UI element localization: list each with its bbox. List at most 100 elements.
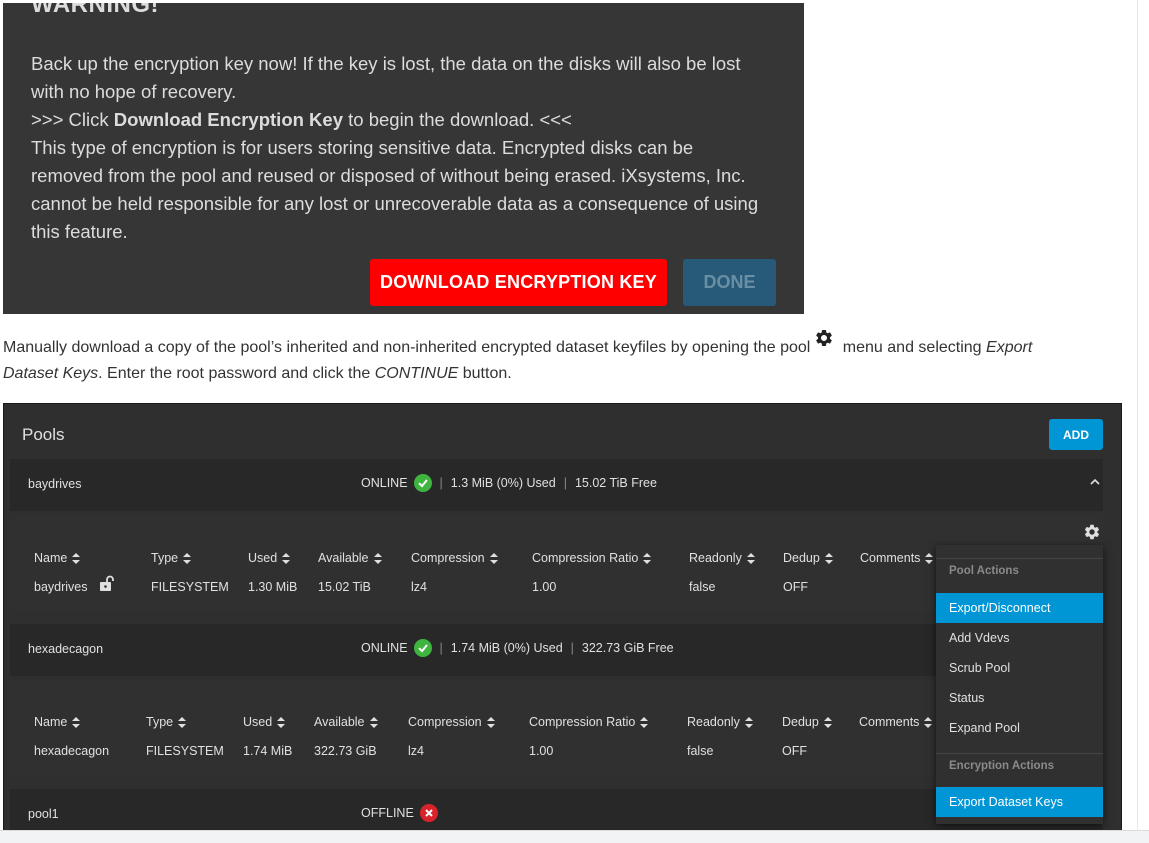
column-header-available[interactable]: Available (314, 715, 378, 729)
menu-item-expand-pool[interactable]: Expand Pool (936, 713, 1103, 743)
menu-item-add-vdevs[interactable]: Add Vdevs (936, 623, 1103, 653)
sort-icon (178, 716, 187, 728)
cell-used: 1.74 MiB (243, 744, 293, 758)
column-header-dedup[interactable]: Dedup (782, 715, 832, 729)
warning-line: This type of encryption is for users sto… (31, 137, 694, 158)
status-text: ONLINE (361, 641, 408, 655)
cell-used: 1.30 MiB (248, 580, 298, 594)
column-header-readonly[interactable]: Readonly (689, 551, 755, 565)
sort-icon (643, 552, 652, 564)
menu-divider (936, 558, 1103, 559)
paragraph-italic: CONTINUE (374, 365, 459, 382)
menu-item-export-disconnect[interactable]: Export/Disconnect (936, 593, 1103, 623)
menu-item-scrub-pool[interactable]: Scrub Pool (936, 653, 1103, 683)
check-icon (413, 639, 432, 657)
column-header-compression[interactable]: Compression (408, 715, 495, 729)
check-icon (413, 474, 432, 492)
column-label: Readonly (689, 551, 742, 565)
status-text: ONLINE (361, 476, 408, 490)
gear-icon[interactable] (1083, 523, 1101, 541)
paragraph-italic: Export (986, 339, 1033, 356)
column-label: Name (34, 551, 68, 565)
error-icon (419, 804, 438, 822)
paragraph-italic: Dataset Keys (3, 365, 99, 382)
cell-compression-ratio: 1.00 (532, 580, 557, 594)
column-header-name[interactable]: Name (34, 715, 81, 729)
cell-compression: lz4 (411, 580, 427, 594)
column-header-type[interactable]: Type (146, 715, 187, 729)
warning-text: to begin the download. <<< (343, 109, 572, 130)
cell-type: FILESYSTEM (146, 744, 224, 758)
column-header-compression[interactable]: Compression (411, 551, 498, 565)
cell-available: 322.73 GiB (314, 744, 377, 758)
gear-icon (816, 329, 833, 346)
column-label: Type (146, 715, 174, 729)
column-label: Available (318, 551, 369, 565)
column-header-readonly[interactable]: Readonly (687, 715, 753, 729)
paragraph-text: button. (458, 365, 512, 382)
page: WARNING! Back up the encryption key now!… (0, 0, 1149, 843)
pool-row-baydrives[interactable]: baydrives ONLINE | 1.3 MiB (0%) Used | 1… (10, 459, 1103, 511)
cell-dedup: OFF (783, 580, 808, 594)
column-label: Used (243, 715, 273, 729)
sort-icon (824, 552, 833, 564)
column-label: Dedup (783, 551, 820, 565)
separator: | (563, 476, 567, 490)
cell-dedup: OFF (782, 744, 807, 758)
column-label: Name (34, 715, 68, 729)
column-header-compression-ratio[interactable]: Compression Ratio (529, 715, 649, 729)
paragraph-text: . Enter the root password and click the (98, 365, 375, 382)
column-header-comments[interactable]: Comments (860, 551, 934, 565)
cell-compression-ratio: 1.00 (529, 744, 554, 758)
column-label: Compression Ratio (532, 551, 639, 565)
sort-icon (640, 716, 649, 728)
paragraph-text: Manually download a copy of the pool’s i… (3, 339, 811, 356)
menu-header-pool-actions: Pool Actions (949, 565, 1019, 577)
warning-line: cannot be held responsible for any lost … (31, 193, 759, 214)
column-header-dedup[interactable]: Dedup (783, 551, 833, 565)
unlocked-icon[interactable] (99, 575, 115, 592)
instruction-paragraph: Manually download a copy of the pool’s i… (3, 329, 1113, 387)
warning-line: with no hope of recovery. (31, 81, 237, 102)
bottom-bar (0, 830, 1149, 843)
sort-icon (486, 716, 495, 728)
column-header-used[interactable]: Used (243, 715, 286, 729)
column-header-comments[interactable]: Comments (859, 715, 933, 729)
page-edge (1137, 0, 1138, 830)
sort-icon (277, 716, 286, 728)
menu-item-status[interactable]: Status (936, 683, 1103, 713)
cell-readonly: false (687, 744, 714, 758)
pool-free: 322.73 GiB Free (581, 641, 674, 655)
separator: | (439, 476, 443, 490)
sort-icon (924, 716, 933, 728)
pool-name: pool1 (28, 807, 59, 821)
separator: | (570, 641, 574, 655)
pool-status: ONLINE | 1.74 MiB (0%) Used | 322.73 GiB… (361, 639, 674, 657)
column-header-available[interactable]: Available (318, 551, 382, 565)
download-encryption-key-button[interactable]: DOWNLOAD ENCRYPTION KEY (370, 259, 667, 306)
column-header-compression-ratio[interactable]: Compression Ratio (532, 551, 652, 565)
column-label: Available (314, 715, 365, 729)
warning-line: Back up the encryption key now! If the k… (31, 53, 741, 74)
pool-status: ONLINE | 1.3 MiB (0%) Used | 15.02 TiB F… (361, 474, 657, 492)
column-header-name[interactable]: Name (34, 551, 81, 565)
column-label: Compression (411, 551, 485, 565)
pool-name: baydrives (28, 477, 82, 491)
column-header-used[interactable]: Used (248, 551, 291, 565)
sort-icon (744, 716, 753, 728)
warning-title: WARNING! (31, 3, 159, 18)
add-pool-button[interactable]: ADD (1049, 419, 1103, 450)
done-button[interactable]: DONE (683, 259, 776, 306)
pool-used: 1.74 MiB (0%) Used (450, 641, 563, 655)
sort-icon (373, 552, 382, 564)
sort-icon (282, 552, 291, 564)
sort-icon (489, 552, 498, 564)
menu-item-export-dataset-keys[interactable]: Export Dataset Keys (936, 787, 1103, 817)
cell-available: 15.02 TiB (318, 580, 371, 594)
cell-compression: lz4 (408, 744, 424, 758)
column-header-type[interactable]: Type (151, 551, 192, 565)
pool-free: 15.02 TiB Free (574, 476, 657, 490)
warning-bold-text: Download Encryption Key (113, 109, 343, 130)
chevron-up-icon[interactable] (1088, 475, 1102, 489)
pool-actions-menu: Pool Actions Export/Disconnect Add Vdevs… (936, 545, 1103, 824)
